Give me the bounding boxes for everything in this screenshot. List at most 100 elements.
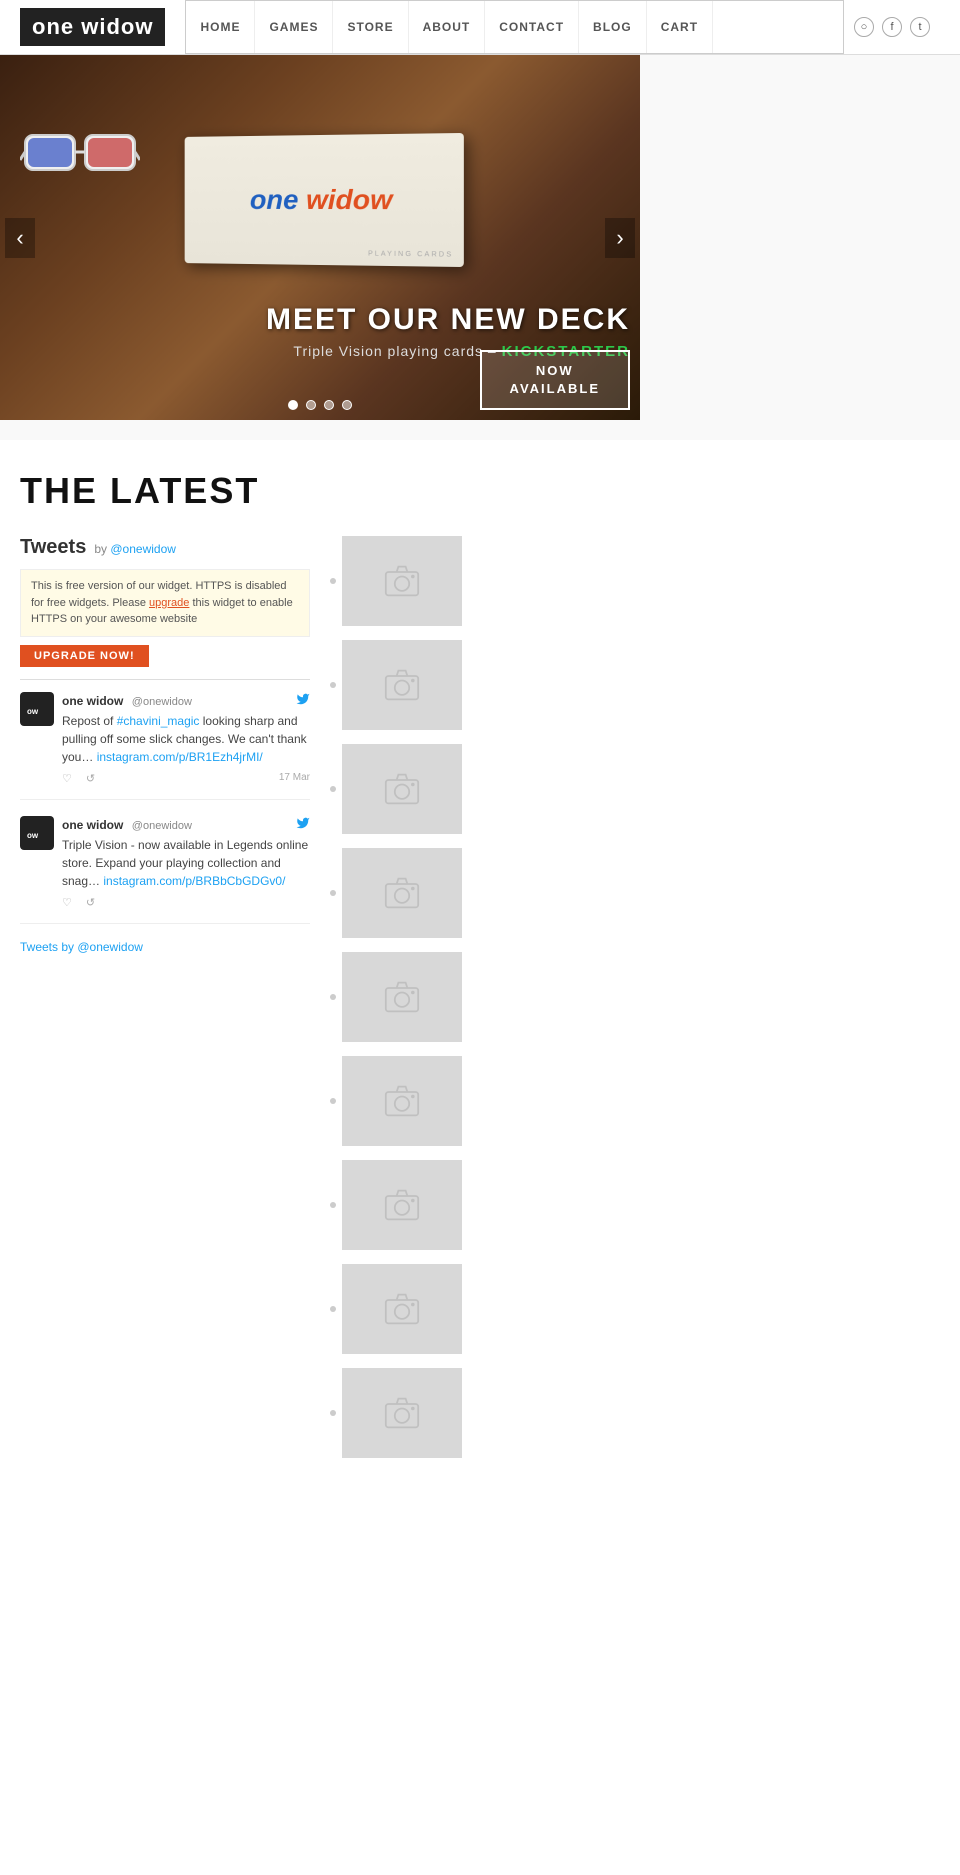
insta-item-6 [330, 1056, 620, 1146]
tweets-column: Tweets by @onewidow This is free version… [20, 536, 310, 1472]
insta-bullet-4 [330, 890, 336, 896]
nav-store[interactable]: STORE [333, 1, 408, 53]
insta-item-9 [330, 1368, 620, 1458]
tweet-handle-2: @onewidow [132, 820, 192, 832]
widget-notice: This is free version of our widget. HTTP… [20, 569, 310, 637]
nav-blog[interactable]: BLOG [579, 1, 647, 53]
insta-item-3 [330, 744, 620, 834]
insta-item-2 [330, 640, 620, 730]
nav-games[interactable]: GAMES [255, 1, 333, 53]
insta-item-5 [330, 952, 620, 1042]
tweet-retweet-1[interactable]: ↺ [86, 772, 95, 785]
tweets-footer: Tweets by @onewidow [20, 940, 310, 954]
insta-bullet-7 [330, 1202, 336, 1208]
camera-icon-4 [384, 875, 420, 911]
camera-icon-3 [384, 771, 420, 807]
facebook-icon[interactable]: f [882, 17, 902, 37]
tweets-header: Tweets by @onewidow [20, 536, 310, 559]
tweet-content-1: one widow @onewidow Repost of #chavini_m… [62, 692, 310, 785]
tweet-text-2: Triple Vision - now available in Legends… [62, 836, 310, 890]
tweet-actions-1: ♡ ↺ 17 Mar [62, 772, 310, 785]
page-wrapper: one widow HOME GAMES STORE ABOUT CONTACT… [0, 0, 960, 1492]
insta-thumb-1[interactable] [342, 536, 462, 626]
tweet-actions-2: ♡ ↺ [62, 896, 310, 909]
tweet-time-1: 17 Mar [279, 772, 310, 785]
header: one widow HOME GAMES STORE ABOUT CONTACT… [0, 0, 960, 55]
hero-dot-3[interactable] [324, 400, 334, 410]
insta-thumb-9[interactable] [342, 1368, 462, 1458]
svg-text:ow: ow [27, 831, 39, 840]
insta-thumb-5[interactable] [342, 952, 462, 1042]
insta-thumb-7[interactable] [342, 1160, 462, 1250]
svg-text:ow: ow [27, 707, 39, 716]
hero-prev-button[interactable]: ‹ [5, 218, 35, 258]
tweet-avatar-1: ow [20, 692, 54, 726]
twitter-bird-icon-2 [296, 816, 310, 830]
camera-icon-6 [384, 1083, 420, 1119]
tweet-avatar-2: ow [20, 816, 54, 850]
tweet-user-2: one widow [62, 818, 123, 832]
insta-bullet-6 [330, 1098, 336, 1104]
camera-icon-2 [384, 667, 420, 703]
site-logo[interactable]: one widow [20, 8, 165, 46]
nav-home[interactable]: HOME [186, 1, 255, 53]
instagram-column [330, 536, 620, 1472]
hero-dot-2[interactable] [306, 400, 316, 410]
instagram-link-1[interactable]: instagram.com/p/BR1Ezh4jrMI/ [97, 750, 263, 764]
camera-icon-5 [384, 979, 420, 1015]
insta-item-8 [330, 1264, 620, 1354]
insta-bullet-8 [330, 1306, 336, 1312]
instagram-link-2[interactable]: instagram.com/p/BRBbCbGDGv0/ [103, 874, 285, 888]
hero-dot-4[interactable] [342, 400, 352, 410]
insta-bullet-3 [330, 786, 336, 792]
hero-dots [288, 400, 352, 410]
nav-contact[interactable]: CONTACT [485, 1, 579, 53]
insta-item-1 [330, 536, 620, 626]
content-columns: Tweets by @onewidow This is free version… [20, 536, 620, 1472]
upgrade-button[interactable]: UPGRADE NOW! [20, 645, 149, 667]
hero-slider: one widow PLAYING CARDS MEET OUR NEW DEC… [0, 55, 640, 420]
tweets-by: by @onewidow [94, 542, 176, 556]
tweets-handle[interactable]: @onewidow [110, 542, 176, 556]
hashtag-chavini[interactable]: #chavini_magic [117, 714, 200, 728]
insta-thumb-6[interactable] [342, 1056, 462, 1146]
tweet-item-2: ow one widow @onewidow Triple Vision - n… [20, 816, 310, 924]
upgrade-link[interactable]: upgrade [149, 597, 189, 609]
glasses-left-icon [20, 115, 140, 195]
insta-thumb-4[interactable] [342, 848, 462, 938]
main-nav: HOME GAMES STORE ABOUT CONTACT BLOG CART [185, 0, 844, 54]
insta-item-4 [330, 848, 620, 938]
tweet-user-1: one widow [62, 694, 123, 708]
insta-thumb-3[interactable] [342, 744, 462, 834]
hero-section: one widow PLAYING CARDS MEET OUR NEW DEC… [0, 55, 960, 440]
circle-icon[interactable]: ○ [854, 17, 874, 37]
tweet-content-2: one widow @onewidow Triple Vision - now … [62, 816, 310, 909]
card-box: one widow PLAYING CARDS [185, 133, 464, 267]
camera-icon-9 [384, 1395, 420, 1431]
insta-thumb-2[interactable] [342, 640, 462, 730]
social-icons: ○ f t [844, 17, 940, 37]
widget-divider [20, 679, 310, 680]
main-content: THE LATEST Tweets by @onewidow This is f… [0, 440, 640, 1492]
tweet-retweet-2[interactable]: ↺ [86, 896, 95, 909]
tweet-item-1: ow one widow @onewidow Repost of #chavin… [20, 692, 310, 800]
tweet-heart-1[interactable]: ♡ [62, 772, 72, 785]
tweet-heart-2[interactable]: ♡ [62, 896, 72, 909]
nav-cart[interactable]: CART [647, 1, 713, 53]
tweets-footer-link[interactable]: Tweets by @onewidow [20, 940, 143, 954]
camera-icon-1 [384, 563, 420, 599]
card-box-subtext: PLAYING CARDS [368, 251, 453, 259]
hero-dot-1[interactable] [288, 400, 298, 410]
insta-thumb-8[interactable] [342, 1264, 462, 1354]
twitter-icon[interactable]: t [910, 17, 930, 37]
hero-next-button[interactable]: › [605, 218, 635, 258]
section-title: THE LATEST [20, 470, 620, 512]
one-widow-logo-icon: ow [25, 697, 49, 721]
card-box-text: one widow [250, 184, 393, 217]
hero-cta-button[interactable]: NOW AVAILABLE [480, 350, 630, 410]
insta-bullet-2 [330, 682, 336, 688]
hero-image: one widow PLAYING CARDS MEET OUR NEW DEC… [0, 55, 640, 420]
nav-about[interactable]: ABOUT [409, 1, 486, 53]
camera-icon-8 [384, 1291, 420, 1327]
one-widow-logo-icon-2: ow [25, 821, 49, 845]
